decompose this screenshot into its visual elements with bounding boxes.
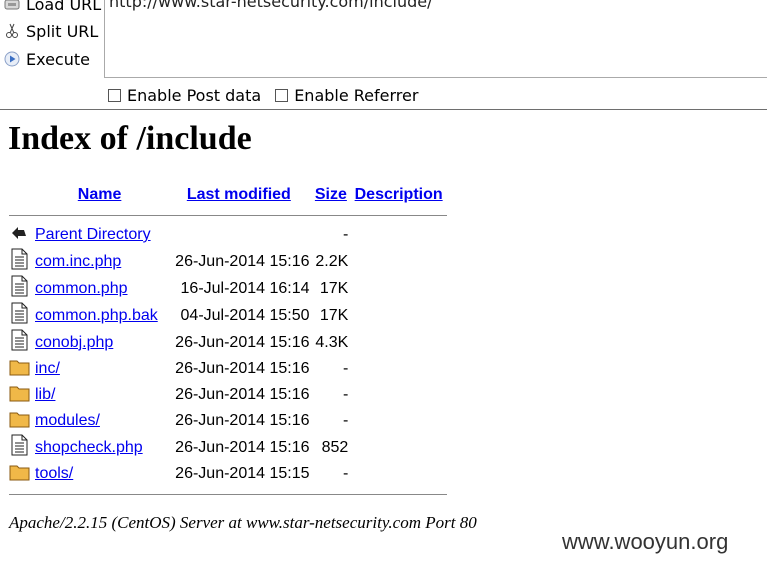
modified-header: Last modified [166, 182, 311, 208]
page-title: Index of /include [8, 120, 252, 157]
size-cell: 17K [319, 306, 349, 324]
referrer-checkbox-box[interactable] [275, 88, 289, 102]
modified-cell: 26-Jun-2014 15:16 [175, 360, 310, 377]
file-icon [9, 434, 29, 460]
url-textarea[interactable]: http://www.star-netsecurity.com/include/ [104, 0, 767, 78]
sort-by-modified-link[interactable]: Last modified [187, 186, 291, 203]
file-link[interactable]: common.php.bak [35, 307, 158, 324]
file-link[interactable]: shopcheck.php [35, 439, 143, 456]
table-row: shopcheck.php 26-Jun-2014 15:16 852 [9, 434, 447, 461]
description-cell [350, 248, 447, 275]
description-cell [350, 356, 447, 382]
file-icon [9, 248, 29, 274]
referrer-label: Enable Referrer [294, 85, 419, 105]
back-arrow-icon [9, 226, 29, 247]
sort-by-description-link[interactable]: Description [355, 186, 443, 203]
bottom-divider [9, 487, 447, 501]
modified-cell: 26-Jun-2014 15:16 [175, 438, 310, 456]
table-row: conobj.php 26-Jun-2014 15:16 4.3K [9, 329, 447, 356]
size-cell: - [342, 360, 349, 377]
execute-button[interactable]: Execute [4, 47, 90, 71]
table-row: common.php.bak 04-Jul-2014 15:50 17K [9, 302, 447, 329]
description-cell [350, 329, 447, 356]
watermark-text: www.wooyun.org [562, 529, 729, 554]
modified-cell: 26-Jun-2014 15:16 [175, 412, 310, 429]
toolbar-actions: Load URL Split URL Execute [0, 0, 104, 78]
folder-icon [9, 360, 31, 381]
size-cell: - [342, 465, 349, 482]
description-cell [350, 382, 447, 408]
file-link[interactable]: tools/ [35, 465, 73, 482]
description-cell [350, 222, 447, 248]
modified-cell [166, 222, 311, 248]
file-icon [9, 275, 29, 301]
table-row: inc/26-Jun-2014 15:16 - [9, 356, 447, 382]
file-link[interactable]: common.php [35, 280, 128, 297]
description-cell [350, 434, 447, 461]
modified-cell: 16-Jul-2014 16:14 [180, 279, 310, 297]
modified-cell: 26-Jun-2014 15:16 [175, 333, 310, 351]
execute-label: Execute [26, 49, 90, 69]
post-data-checkbox-box[interactable] [108, 88, 121, 102]
size-cell: 2.2K [315, 252, 349, 270]
table-row: common.php 16-Jul-2014 16:14 17K [9, 275, 447, 302]
file-icon [9, 302, 29, 328]
server-signature: Apache/2.2.15 (CentOS) Server at www.sta… [9, 513, 477, 532]
description-header: Description [350, 182, 447, 208]
url-text: http://www.star-netsecurity.com/include/ [109, 0, 433, 11]
folder-icon [9, 465, 31, 486]
size-cell: - [342, 226, 349, 243]
file-icon [9, 329, 29, 355]
folder-icon [9, 412, 31, 433]
description-cell [350, 302, 447, 329]
description-cell [350, 408, 447, 434]
hackbar-options: Enable Post data Enable Referrer [108, 84, 432, 106]
hackbar-toolbar: Load URL Split URL Execute http://www.st… [0, 0, 767, 110]
table-header-row: Name Last modified Size Description [9, 182, 447, 208]
modified-cell: 26-Jun-2014 15:16 [175, 386, 310, 403]
split-url-button[interactable]: Split URL [4, 19, 98, 43]
table-row: modules/26-Jun-2014 15:16 - [9, 408, 447, 434]
enable-referrer-checkbox[interactable]: Enable Referrer [275, 86, 418, 105]
size-cell: 4.3K [315, 333, 349, 351]
split-url-label: Split URL [26, 21, 99, 41]
enable-post-data-checkbox[interactable]: Enable Post data [108, 86, 261, 105]
size-cell: 17K [319, 279, 349, 297]
table-row: Parent Directory - [9, 222, 447, 248]
modified-cell: 26-Jun-2014 15:16 [175, 252, 310, 270]
load-url-button[interactable]: Load URL [4, 0, 101, 16]
icon-header [9, 182, 33, 208]
file-link[interactable]: Parent Directory [35, 226, 151, 243]
file-rows: Parent Directory - com.inc.php 26-Jun-2014 … [9, 222, 447, 487]
sort-by-size-link[interactable]: Size [315, 186, 347, 203]
scissors-icon [4, 23, 20, 39]
table-row: tools/26-Jun-2014 15:15 - [9, 461, 447, 487]
directory-index-page: Index of /include Name Last modified Siz… [0, 110, 767, 572]
sort-by-name-link[interactable]: Name [78, 186, 122, 203]
name-header: Name [33, 182, 166, 208]
modified-cell: 26-Jun-2014 15:15 [175, 465, 310, 482]
table-row: com.inc.php 26-Jun-2014 15:16 2.2K [9, 248, 447, 275]
load-url-label: Load URL [26, 0, 102, 14]
file-link[interactable]: conobj.php [35, 334, 113, 351]
file-listing-table: Name Last modified Size Description Pare… [9, 182, 447, 501]
description-cell [350, 461, 447, 487]
file-link[interactable]: modules/ [35, 412, 100, 429]
size-cell: - [342, 386, 349, 403]
folder-icon [9, 386, 31, 407]
size-cell: 852 [321, 438, 349, 456]
post-data-label: Enable Post data [127, 85, 262, 105]
table-row: lib/26-Jun-2014 15:16 - [9, 382, 447, 408]
file-link[interactable]: com.inc.php [35, 253, 121, 270]
modified-cell: 04-Jul-2014 15:50 [180, 306, 310, 324]
size-cell: - [342, 412, 349, 429]
load-url-icon [4, 0, 20, 12]
description-cell [350, 275, 447, 302]
size-header: Size [312, 182, 351, 208]
file-link[interactable]: lib/ [35, 386, 55, 403]
file-link[interactable]: inc/ [35, 360, 60, 377]
top-divider [9, 208, 447, 222]
play-icon [4, 51, 20, 67]
